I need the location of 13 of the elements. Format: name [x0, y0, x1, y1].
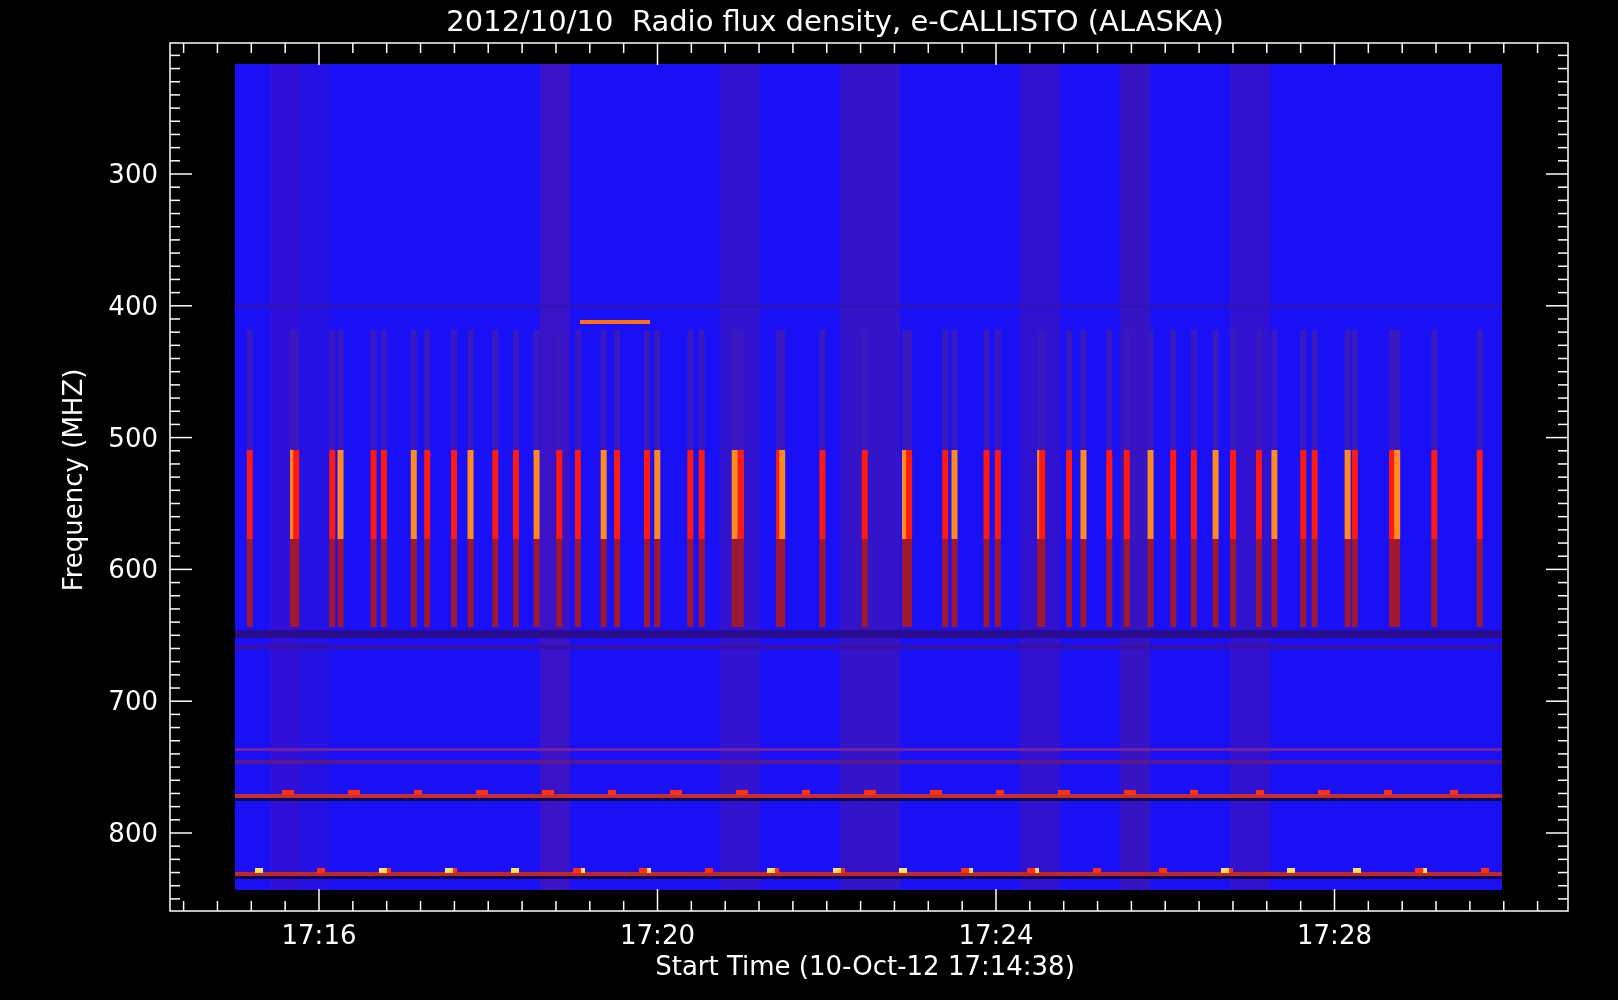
- x-tick-label: 17:28: [1297, 920, 1372, 950]
- y-tick-label: 400: [108, 290, 158, 321]
- y-axis-label: Frequency (MHZ): [58, 368, 88, 592]
- y-tick-label: 300: [108, 159, 158, 189]
- y-tick-label: 800: [108, 818, 158, 848]
- y-tick-label: 700: [108, 686, 158, 717]
- x-tick-label: 17:16: [281, 920, 357, 950]
- chart-title: 2012/10/10 Radio flux density, e-CALLISTO (ALASKA): [446, 4, 1224, 38]
- x-tick-label: 17:20: [620, 920, 695, 950]
- x-axis-label: Start Time (10-Oct-12 17:14:38): [655, 951, 1075, 981]
- y-tick-label: 600: [108, 554, 158, 585]
- x-tick-label: 17:24: [958, 920, 1034, 950]
- y-tick-label: 500: [108, 422, 158, 453]
